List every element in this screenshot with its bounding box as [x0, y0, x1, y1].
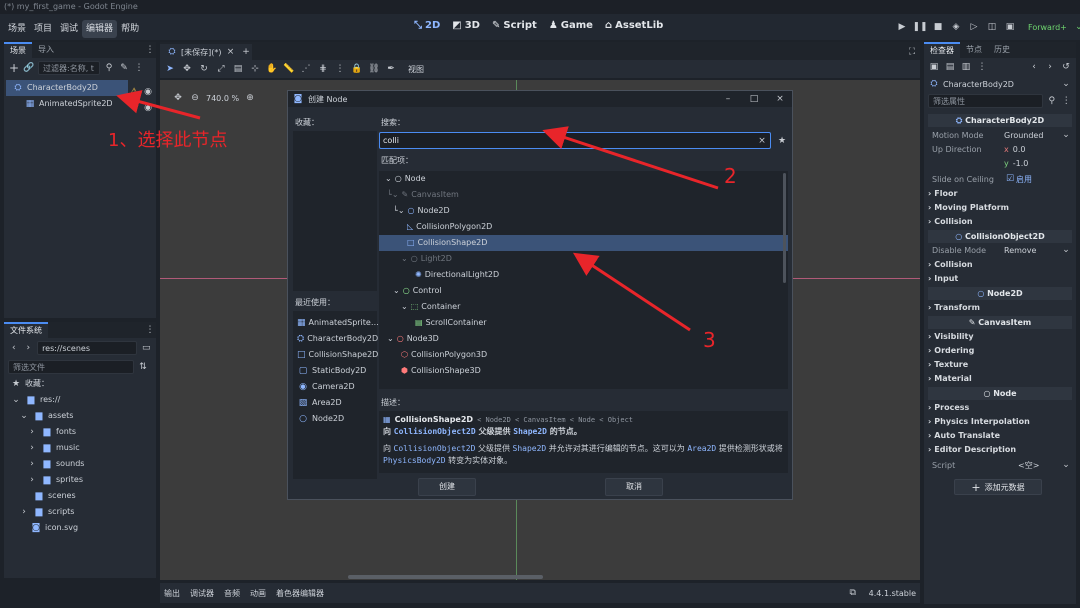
arrow-step3 — [572, 252, 691, 332]
annotation-arrows — [116, 90, 719, 332]
annotation-step1: 1、选择此节点 — [108, 130, 228, 151]
arrow-step1 — [116, 90, 201, 120]
arrow-step2 — [542, 126, 719, 190]
annotation-step3: 3 — [703, 328, 716, 352]
annotation-step2: 2 — [724, 164, 737, 188]
